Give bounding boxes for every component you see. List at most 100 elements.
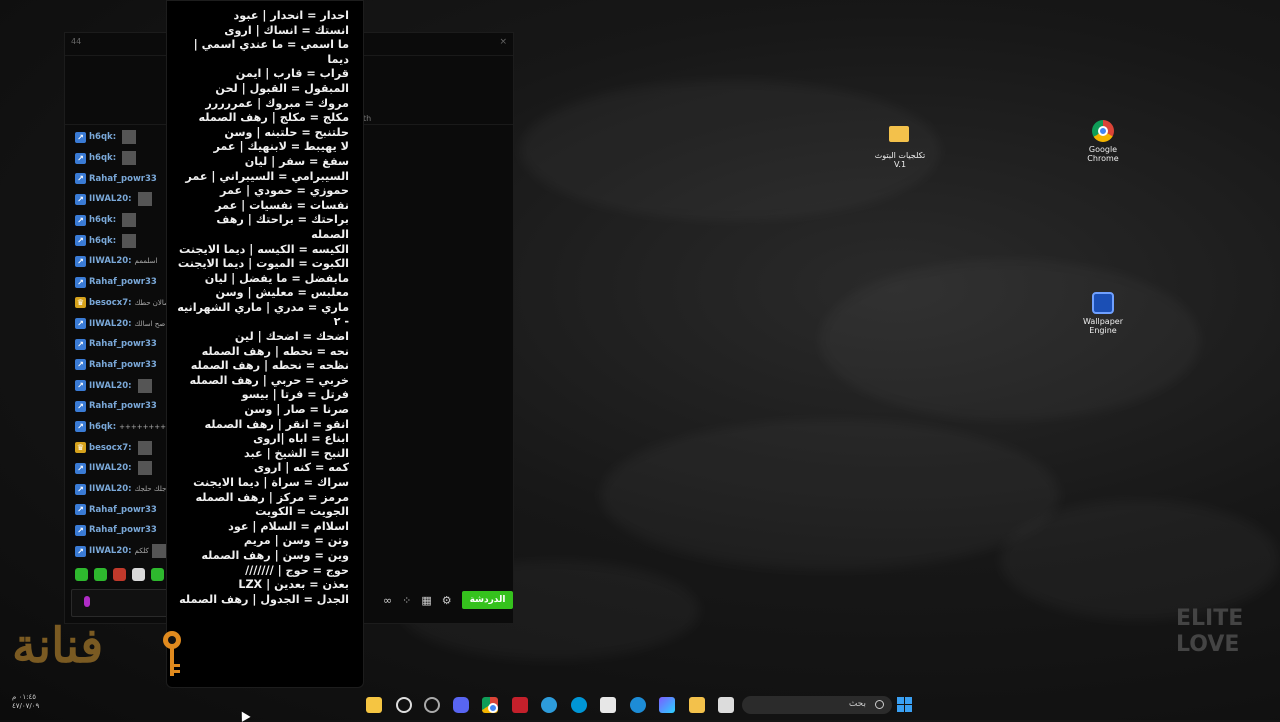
emoji-icon[interactable]	[151, 568, 164, 581]
store-taskbar-icon[interactable]	[600, 697, 616, 713]
arrow-badge-icon: ↗	[75, 131, 86, 143]
message-image-thumbnail[interactable]	[137, 461, 152, 476]
chat-message[interactable]: ↗ IIWAL20: اسلممم	[75, 251, 175, 272]
obs-icon[interactable]	[424, 697, 440, 713]
chat-message[interactable]: ↗ h6qk: +++++++++	[75, 417, 175, 438]
chat-message[interactable]: ↗ IIWAL20:	[75, 375, 175, 396]
note-line: معلبس = معليش | وسن	[215, 286, 349, 300]
message-author[interactable]: IIWAL20:	[89, 256, 132, 266]
note-panel[interactable]: احدار = انحدار | عبود انستك = انساك | ارو…	[166, 0, 364, 688]
arrow-badge-icon: ↗	[75, 462, 86, 474]
message-image-thumbnail[interactable]	[137, 192, 152, 207]
file-explorer-icon[interactable]	[689, 697, 705, 713]
message-author[interactable]: h6qk:	[89, 153, 116, 163]
edge-icon[interactable]	[630, 697, 646, 713]
chat-message[interactable]: ↗ Rahaf_powr33	[75, 168, 175, 189]
message-image-thumbnail[interactable]	[122, 213, 137, 228]
crown-icon: ♛	[75, 297, 86, 309]
sticky-notes-icon[interactable]	[366, 697, 382, 713]
emoji-icon[interactable]	[75, 568, 88, 581]
message-author[interactable]: IIWAL20:	[89, 546, 132, 556]
emoji-icon[interactable]	[94, 568, 107, 581]
note-line: براحتك = براحتك | رهف الصمله	[216, 213, 349, 241]
message-author[interactable]: besocx7:	[89, 298, 132, 308]
note-line: حوج = حوج | ///////	[245, 563, 349, 577]
message-input[interactable]	[71, 589, 169, 617]
message-image-thumbnail[interactable]	[137, 378, 152, 393]
message-author[interactable]: Rahaf_powr33	[89, 277, 157, 287]
chat-message[interactable]: ↗ IIWAL20: لم اجلك حلجك	[75, 479, 177, 500]
chat-message[interactable]: ↗ IIWAL20: صح اسالك	[75, 313, 175, 334]
hp-icon[interactable]	[571, 697, 587, 713]
message-image-thumbnail[interactable]	[151, 544, 166, 559]
message-author[interactable]: IIWAL20:	[89, 463, 132, 473]
message-image-thumbnail[interactable]	[122, 233, 137, 248]
message-author[interactable]: Rahaf_powr33	[89, 525, 157, 535]
message-author[interactable]: Rahaf_powr33	[89, 505, 157, 515]
message-author[interactable]: Rahaf_powr33	[89, 401, 157, 411]
chat-message[interactable]: ↗ Rahaf_powr33	[75, 272, 175, 293]
chat-message[interactable]: ♛ besocx7: سالان حطك	[75, 293, 175, 314]
chat-button[interactable]: الدردشة	[461, 591, 514, 609]
close-icon[interactable]: ×	[499, 33, 507, 51]
message-author[interactable]: Rahaf_powr33	[89, 174, 157, 184]
windows-start-icon[interactable]	[897, 697, 912, 712]
note-line: مروك = مبروك | عمررررر	[205, 96, 349, 110]
task-view-icon[interactable]	[718, 697, 734, 713]
message-author[interactable]: h6qk:	[89, 422, 116, 432]
link-icon[interactable]: ∞	[383, 594, 392, 607]
message-author[interactable]: IIWAL20:	[89, 194, 132, 204]
message-author[interactable]: h6qk:	[89, 236, 116, 246]
message-author[interactable]: h6qk:	[89, 132, 116, 142]
message-image-thumbnail[interactable]	[137, 440, 152, 455]
desktop-icon-wallpaper-engine[interactable]: Wallpaper Engine	[1073, 292, 1133, 335]
chat-message[interactable]: ↗ h6qk:	[75, 230, 175, 251]
message-author[interactable]: h6qk:	[89, 215, 116, 225]
message-author[interactable]: Rahaf_powr33	[89, 339, 157, 349]
chat-message[interactable]: ♛ besocx7:	[75, 437, 175, 458]
chat-message[interactable]: ↗ IIWAL20: كلكم	[75, 541, 175, 562]
taskbar-search[interactable]: بحث	[742, 696, 892, 714]
gear-icon[interactable]: ⚙	[442, 594, 452, 607]
emoji-icon[interactable]	[113, 568, 126, 581]
message-list[interactable]: ↗ h6qk: ↗ h6qk: ↗ Rahaf_powr33 ↗ IIWAL20: ↗ h6qk:…	[75, 127, 177, 562]
discord-icon[interactable]	[453, 697, 469, 713]
arrow-badge-icon: ↗	[75, 318, 86, 330]
message-text: صح اسالك	[134, 319, 166, 328]
chat-message[interactable]: ↗ Rahaf_powr33	[75, 334, 175, 355]
arrow-badge-icon: ↗	[75, 504, 86, 516]
note-line: انستك = انساك | اروى	[224, 23, 349, 37]
chat-message[interactable]: ↗ h6qk:	[75, 127, 175, 148]
message-author[interactable]: IIWAL20:	[89, 484, 132, 494]
chat-message[interactable]: ↗ Rahaf_powr33	[75, 499, 175, 520]
settings-icon[interactable]	[396, 697, 412, 713]
mcafee-icon[interactable]	[512, 697, 528, 713]
mic-icon[interactable]	[84, 596, 90, 607]
chat-message[interactable]: ↗ Rahaf_powr33	[75, 520, 175, 541]
chrome-taskbar-icon[interactable]	[482, 697, 498, 713]
elite-logo: ELITE LOVE	[1176, 606, 1244, 657]
arrow-badge-icon: ↗	[75, 214, 86, 226]
chat-message[interactable]: ↗ IIWAL20:	[75, 189, 175, 210]
store-icon[interactable]: ▦	[421, 594, 431, 607]
message-author[interactable]: Rahaf_powr33	[89, 360, 157, 370]
emoji-icon[interactable]	[132, 568, 145, 581]
message-author[interactable]: IIWAL20:	[89, 381, 132, 391]
message-image-thumbnail[interactable]	[122, 151, 137, 166]
dice-icon[interactable]: ⁘	[402, 594, 411, 607]
chat-message[interactable]: ↗ Rahaf_powr33	[75, 396, 175, 417]
chat-message[interactable]: ↗ h6qk:	[75, 210, 175, 231]
message-author[interactable]: IIWAL20:	[89, 319, 132, 329]
help-icon[interactable]	[541, 697, 557, 713]
message-author[interactable]: besocx7:	[89, 443, 132, 453]
chat-message[interactable]: ↗ IIWAL20:	[75, 458, 175, 479]
arrow-badge-icon: ↗	[75, 359, 86, 371]
desktop-icon-chrome[interactable]: Google Chrome	[1073, 120, 1133, 163]
copilot-icon[interactable]	[659, 697, 675, 713]
chat-message[interactable]: ↗ Rahaf_powr33	[75, 355, 175, 376]
chat-message[interactable]: ↗ h6qk:	[75, 148, 175, 169]
desktop-icon-folder[interactable]: تكلجيات البتوث V.1	[870, 122, 930, 169]
chat-toolbar: ∞ ⁘ ▦ ⚙ الدردشة	[383, 591, 514, 609]
note-line: سراك = سراة | ديما الايجنت	[193, 476, 349, 489]
message-image-thumbnail[interactable]	[122, 130, 137, 145]
